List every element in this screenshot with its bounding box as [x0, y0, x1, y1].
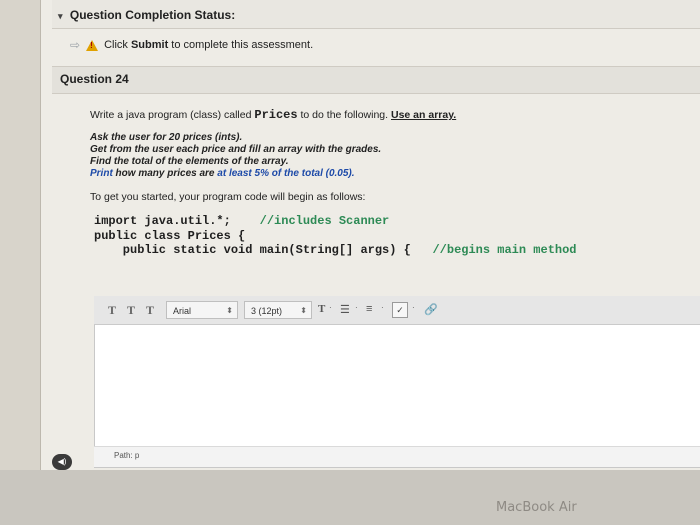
instruction-2: Get from the user each price and fill an… [90, 144, 382, 155]
arrow-right-icon: ⇨ [70, 38, 81, 52]
chevron-down-icon: ▾ [58, 11, 63, 21]
browser-screen: ▾ Question Completion Status: ⇨ Click Su… [0, 0, 700, 470]
dropdown-dot-icon[interactable]: · [329, 303, 332, 312]
completion-status-title: Question Completion Status: [69, 8, 236, 22]
notice-prefix: Click [104, 39, 131, 51]
spinner-icon: ⬍ [226, 306, 233, 315]
bullet-list-icon[interactable]: ☰ [340, 303, 350, 316]
font-family-select[interactable]: Arial ⬍ [166, 301, 238, 319]
font-size-select[interactable]: 3 (12pt) ⬍ [244, 301, 312, 319]
font-family-value: Arial [173, 306, 192, 316]
intro-prefix: Write a java program (class) called [90, 109, 255, 121]
text-format-button-1[interactable]: T [108, 303, 116, 318]
submit-notice: ⇨ Click Submit to complete this assessme… [70, 38, 313, 52]
spinner-icon: ⬍ [300, 306, 307, 315]
instruction-4-middle: how many prices are [112, 168, 218, 179]
dropdown-dot-icon[interactable]: · [412, 303, 415, 312]
instruction-4-highlight: at least 5% of the total (0.05). [217, 168, 355, 179]
font-size-value: 3 (12pt) [251, 306, 283, 316]
code-line-3-comment: //begins main method [432, 243, 577, 257]
editor-path-label: Path: p [114, 451, 140, 460]
code-line-1: import java.util.*; //includes Scanner [94, 214, 389, 228]
instruction-3: Find the total of the elements of the ar… [90, 156, 289, 167]
window-edge [0, 0, 41, 470]
text-format-button-2[interactable]: T [127, 303, 135, 318]
intro-class-name: Prices [254, 108, 298, 122]
numbered-list-icon[interactable]: ≡ [366, 303, 372, 315]
code-line-3: public static void main(String[] args) {… [94, 243, 577, 257]
instruction-4-prefix: Print [90, 168, 113, 179]
text-format-button-3[interactable]: T [146, 303, 154, 318]
instruction-4: Print how many prices are at least 5% of… [90, 168, 355, 179]
code-line-1-comment: //includes Scanner [259, 214, 390, 228]
intro-mid: to do the following. [297, 109, 391, 121]
instruction-1: Ask the user for 20 prices (ints). [90, 132, 243, 143]
link-icon[interactable]: 🔗 [424, 303, 438, 316]
code-line-2-code: public class Prices { [94, 229, 246, 243]
warning-icon [86, 39, 99, 51]
intro-emphasis: Use an array. [391, 109, 457, 121]
code-line-3-code: public static void main(String[] args) { [94, 243, 411, 257]
editor-path-row [94, 446, 700, 467]
speaker-icon[interactable]: ◀) [52, 454, 72, 470]
dropdown-dot-icon[interactable]: · [381, 303, 384, 312]
notice-suffix: to complete this assessment. [168, 39, 314, 51]
question-header [52, 66, 700, 94]
dropdown-dot-icon[interactable]: · [355, 303, 358, 312]
question-intro: Write a java program (class) called Pric… [90, 108, 456, 122]
completion-status-toggle[interactable]: ▾ Question Completion Status: [58, 8, 235, 22]
laptop-brand-label: MacBook Air [496, 500, 577, 515]
code-line-2: public class Prices { [94, 229, 245, 243]
code-intro: To get you started, your program code wi… [90, 191, 366, 203]
spellcheck-icon[interactable]: ✓ [392, 302, 408, 318]
code-line-1-code: import java.util.*; [94, 214, 231, 228]
notice-submit-word: Submit [130, 39, 169, 51]
question-title: Question 24 [60, 72, 129, 86]
text-color-icon[interactable]: T [318, 303, 325, 315]
